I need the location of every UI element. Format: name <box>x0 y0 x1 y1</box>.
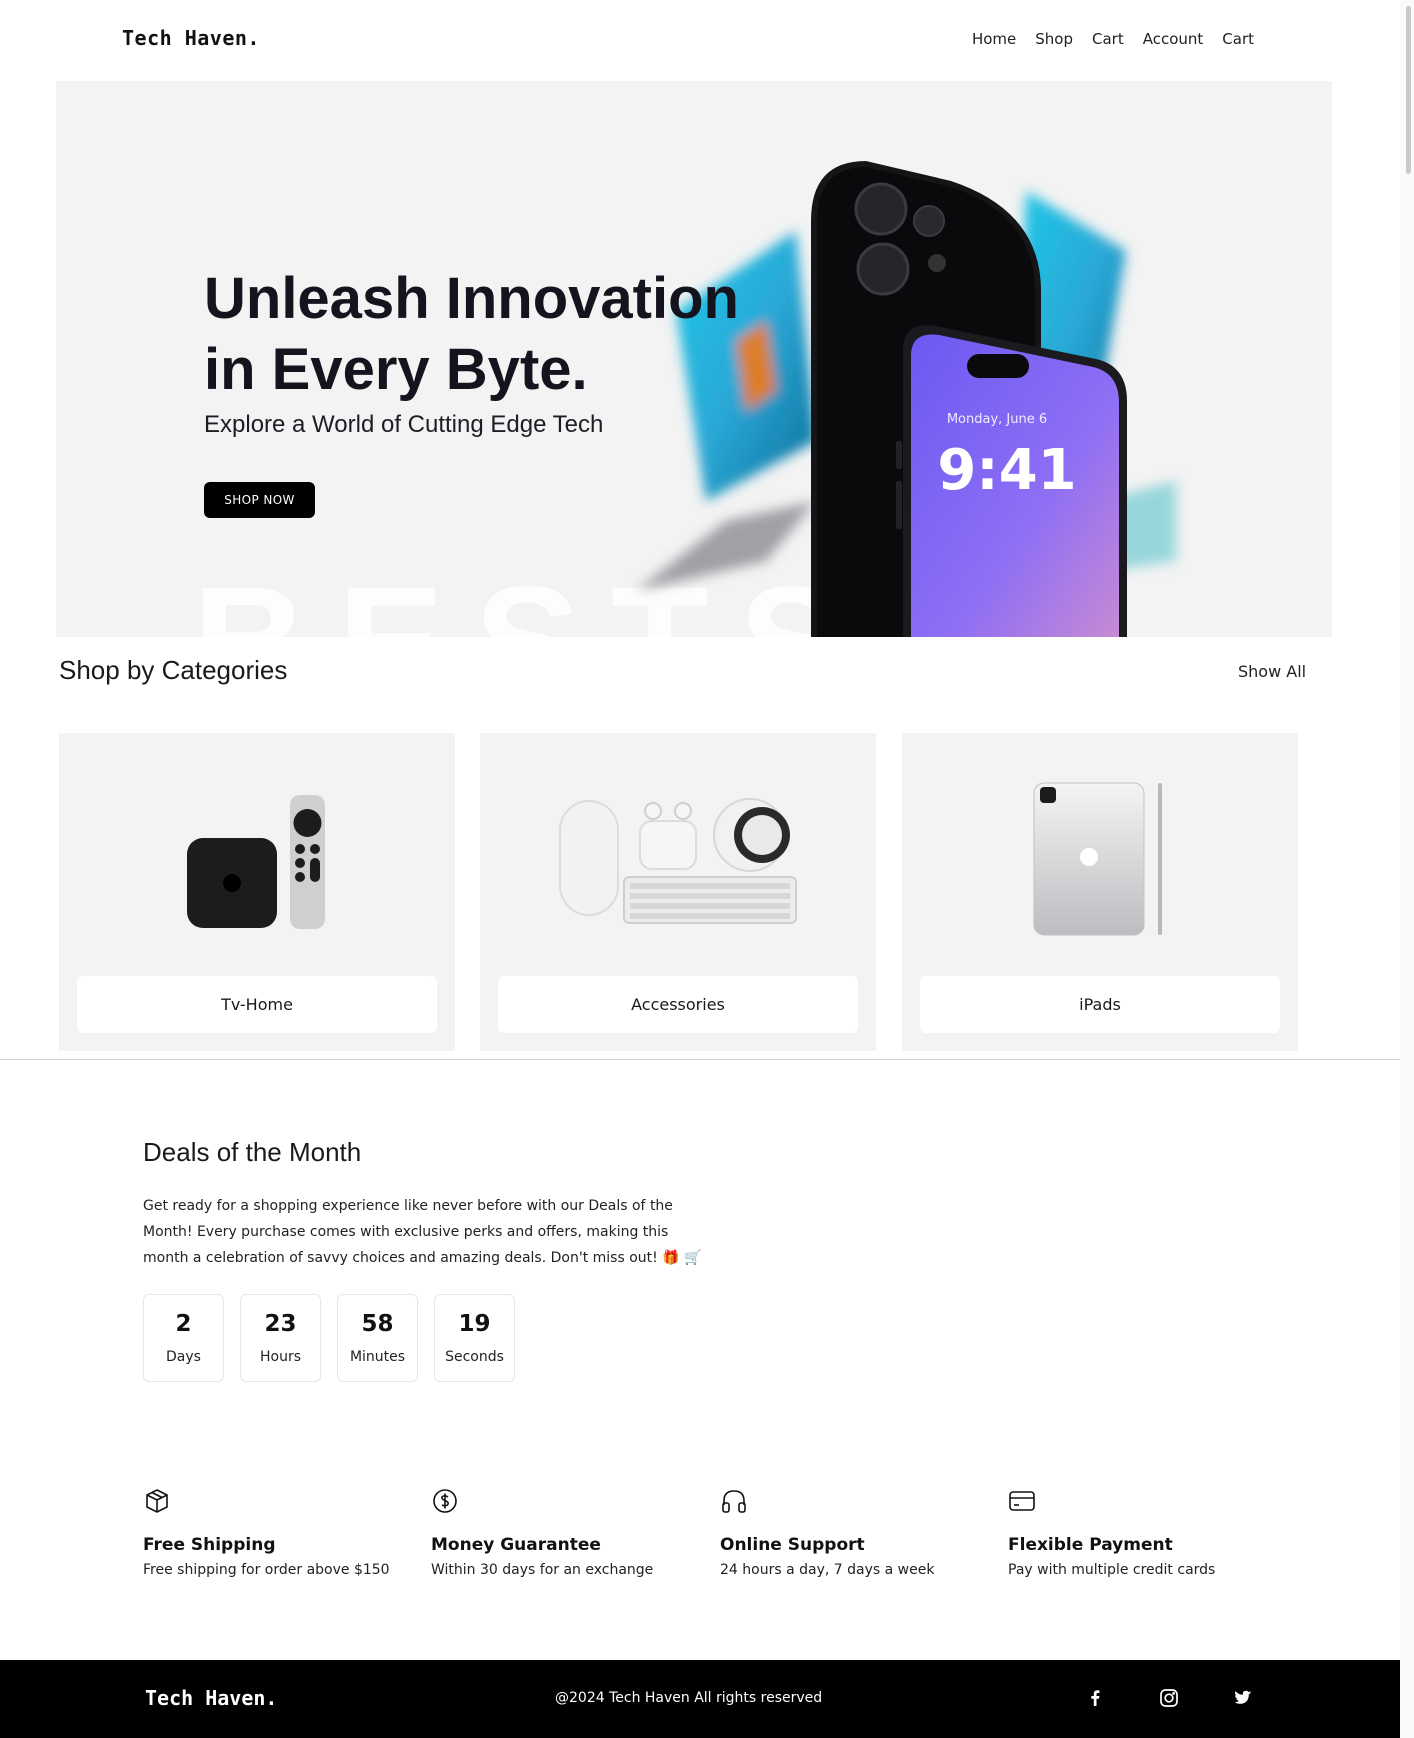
feature-free-shipping: Free Shipping Free shipping for order ab… <box>143 1487 403 1578</box>
countdown-seconds-value: 19 <box>458 1311 491 1337</box>
footer-logo[interactable]: Tech Haven. <box>145 1686 277 1710</box>
instagram-icon[interactable] <box>1158 1687 1180 1709</box>
feature-money-guarantee: Money Guarantee Within 30 days for an ex… <box>431 1487 691 1578</box>
shop-now-button[interactable]: SHOP NOW <box>204 482 315 518</box>
feature-description: 24 hours a day, 7 days a week <box>720 1562 935 1578</box>
deals-title: Deals of the Month <box>143 1137 362 1167</box>
apple-tv-icon <box>187 795 325 929</box>
ipad-icon <box>1033 782 1162 936</box>
phone-date-text: Monday, June 6 <box>947 412 1047 427</box>
category-label-ipads[interactable]: iPads <box>920 976 1280 1033</box>
site-footer: Tech Haven. @2024 Tech Haven All rights … <box>0 1660 1414 1738</box>
feature-title: Free Shipping <box>143 1535 276 1555</box>
countdown-hours: 23 Hours <box>240 1294 321 1382</box>
box-icon <box>146 1489 168 1513</box>
countdown-days-label: Days <box>166 1349 201 1365</box>
countdown-seconds: 19 Seconds <box>434 1294 515 1382</box>
feature-title: Online Support <box>720 1535 865 1555</box>
nav-home[interactable]: Home <box>972 30 1016 48</box>
countdown-hours-value: 23 <box>264 1311 297 1337</box>
category-label-accessories[interactable]: Accessories <box>498 976 858 1033</box>
hero-subtitle: Explore a World of Cutting Edge Tech <box>204 411 604 438</box>
hero-title-line-1: Unleash Innovation <box>204 266 739 331</box>
feature-description: Pay with multiple credit cards <box>1008 1562 1216 1578</box>
countdown-days-value: 2 <box>175 1311 192 1337</box>
feature-title: Money Guarantee <box>431 1535 601 1555</box>
section-divider <box>0 1059 1414 1060</box>
nav-account[interactable]: Account <box>1143 30 1204 48</box>
deals-description: Get ready for a shopping experience like… <box>143 1198 702 1266</box>
main-nav: Home Shop Cart Account Cart <box>972 30 1254 48</box>
nav-cart-2[interactable]: Cart <box>1222 30 1254 48</box>
countdown-days: 2 Days <box>143 1294 224 1382</box>
categories-title: Shop by Categories <box>59 655 288 685</box>
feature-title: Flexible Payment <box>1008 1535 1173 1555</box>
category-card-tv-home[interactable]: Tv-Home <box>59 733 455 1051</box>
iphone-image: Monday, June 6 9:41 <box>811 161 1127 637</box>
scrollbar-thumb[interactable] <box>1406 6 1411 174</box>
countdown-hours-label: Hours <box>259 1349 301 1365</box>
page-scrollbar[interactable] <box>1400 0 1414 1738</box>
feature-description: Within 30 days for an exchange <box>431 1562 654 1578</box>
feature-online-support: Online Support 24 hours a day, 7 days a … <box>720 1487 980 1578</box>
category-card-ipads[interactable]: iPads <box>902 733 1298 1051</box>
category-label-tv-home[interactable]: Tv-Home <box>77 976 437 1033</box>
phone-time-text: 9:41 <box>937 438 1076 503</box>
nav-shop[interactable]: Shop <box>1035 30 1073 48</box>
countdown-minutes-value: 58 <box>361 1311 394 1337</box>
footer-copyright: @2024 Tech Haven All rights reserved <box>555 1690 823 1706</box>
accessories-icon <box>559 798 797 924</box>
headphones-icon <box>722 1490 746 1513</box>
hero-title-line-2: in Every Byte. <box>204 337 588 402</box>
show-all-link[interactable]: Show All <box>1238 662 1306 681</box>
facebook-icon[interactable] <box>1084 1687 1106 1709</box>
site-header: Tech Haven. Home Shop Cart Account Cart <box>0 0 1400 80</box>
category-card-accessories[interactable]: Accessories <box>480 733 876 1051</box>
twitter-icon[interactable] <box>1232 1687 1254 1709</box>
feature-description: Free shipping for order above $150 <box>143 1562 390 1578</box>
nav-cart[interactable]: Cart <box>1092 30 1124 48</box>
countdown-seconds-label: Seconds <box>445 1349 504 1365</box>
countdown-minutes-label: Minutes <box>349 1349 406 1365</box>
hero-banner: BESTS E <box>56 81 1332 637</box>
dollar-icon <box>433 1489 457 1513</box>
countdown-minutes: 58 Minutes <box>337 1294 418 1382</box>
site-logo[interactable]: Tech Haven. <box>122 26 260 50</box>
credit-card-icon <box>1009 1491 1035 1511</box>
feature-flexible-payment: Flexible Payment Pay with multiple credi… <box>1008 1487 1268 1578</box>
hero-title: Unleash Innovation in Every Byte. <box>204 263 739 405</box>
